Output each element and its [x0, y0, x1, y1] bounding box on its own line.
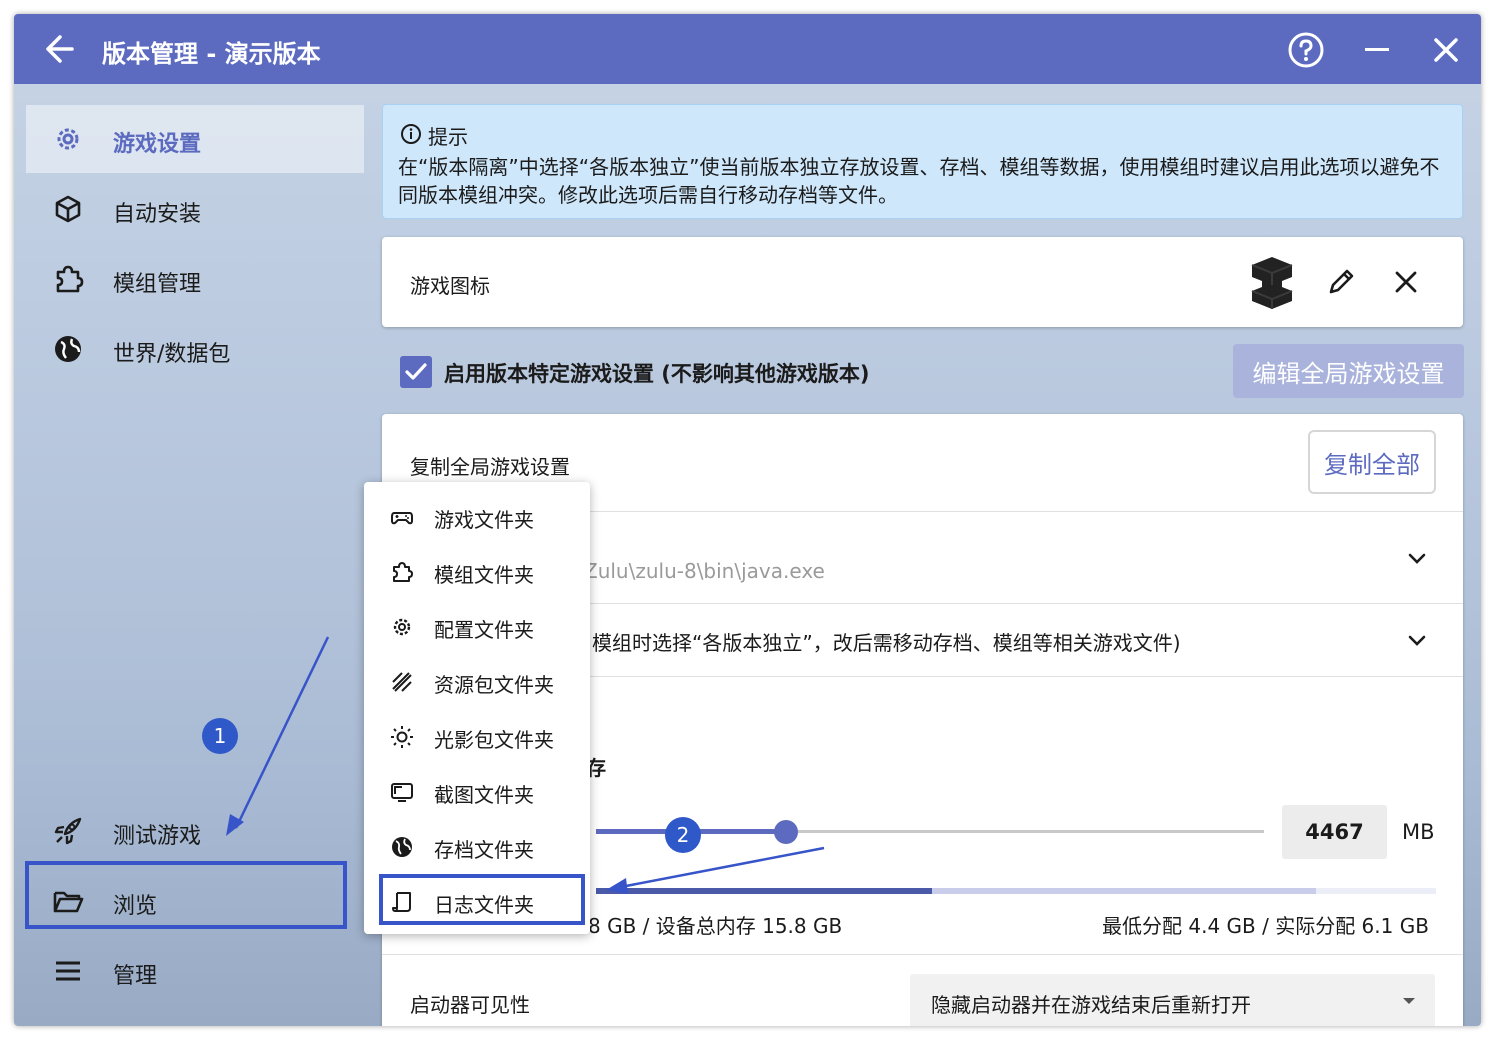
- step-1-badge: 1: [202, 718, 238, 754]
- version-manager-window: 版本管理 - 演示版本 游戏设置 自动安装 模组管理 世界/数据包 测试游戏 浏…: [14, 14, 1481, 1026]
- annotation-arrows: [226, 636, 825, 894]
- step-2-badge: 2: [665, 817, 701, 853]
